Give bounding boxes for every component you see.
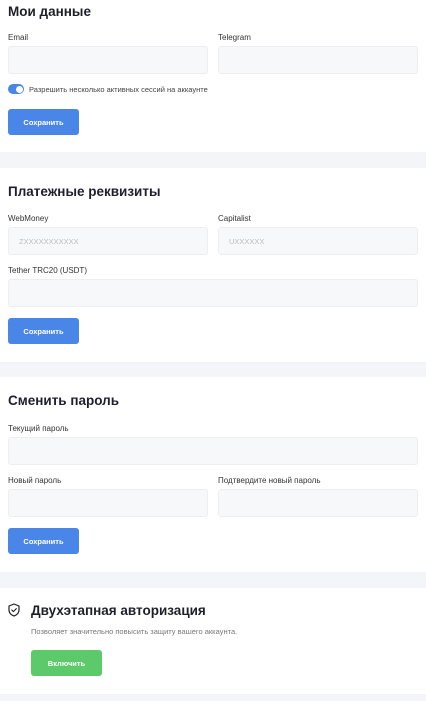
webmoney-field[interactable]	[9, 228, 207, 254]
confirm-password-wrapper	[218, 489, 418, 517]
confirm-password-label: Подтвердите новый пароль	[218, 476, 321, 485]
two-factor-title: Двухэтапная авторизация	[31, 603, 206, 618]
shield-icon	[8, 603, 20, 617]
enable-two-factor-button[interactable]: Включить	[31, 650, 102, 676]
save-password-button[interactable]: Сохранить	[8, 528, 79, 554]
tether-label: Tether TRC20 (USDT)	[8, 266, 87, 275]
telegram-field[interactable]	[219, 47, 417, 73]
new-password-label: Новый пароль	[8, 476, 62, 485]
current-password-field[interactable]	[9, 438, 417, 464]
multi-session-label: Разрешить несколько активных сессий на а…	[29, 85, 208, 94]
payment-card: Платежные реквизиты WebMoney Capitalist …	[0, 168, 426, 362]
save-payment-button[interactable]: Сохранить	[8, 318, 79, 344]
new-password-field[interactable]	[9, 490, 207, 516]
telegram-field-wrapper	[218, 46, 418, 74]
payment-title: Платежные реквизиты	[8, 184, 161, 199]
multi-session-toggle[interactable]	[8, 84, 24, 94]
email-field-wrapper	[8, 46, 208, 74]
save-profile-button[interactable]: Сохранить	[8, 109, 79, 135]
capitalist-field-wrapper	[218, 227, 418, 255]
tether-field-wrapper	[8, 279, 418, 307]
email-field[interactable]	[9, 47, 207, 73]
webmoney-label: WebMoney	[8, 214, 49, 223]
email-label: Email	[8, 33, 29, 42]
new-password-wrapper	[8, 489, 208, 517]
webmoney-field-wrapper	[8, 227, 208, 255]
two-factor-description: Позволяет значительно повысить защиту ва…	[31, 627, 238, 636]
profile-title: Мои данные	[8, 4, 91, 19]
password-card: Сменить пароль Текущий пароль Новый паро…	[0, 377, 426, 572]
tether-field[interactable]	[9, 280, 417, 306]
telegram-label: Telegram	[218, 33, 251, 42]
current-password-label: Текущий пароль	[8, 424, 69, 433]
capitalist-label: Capitalist	[218, 214, 251, 223]
capitalist-field[interactable]	[219, 228, 417, 254]
toggle-knob	[15, 85, 23, 93]
profile-card: Мои данные Email Telegram Разрешить неск…	[0, 0, 426, 152]
password-title: Сменить пароль	[8, 393, 120, 408]
confirm-password-field[interactable]	[219, 490, 417, 516]
current-password-wrapper	[8, 437, 418, 465]
